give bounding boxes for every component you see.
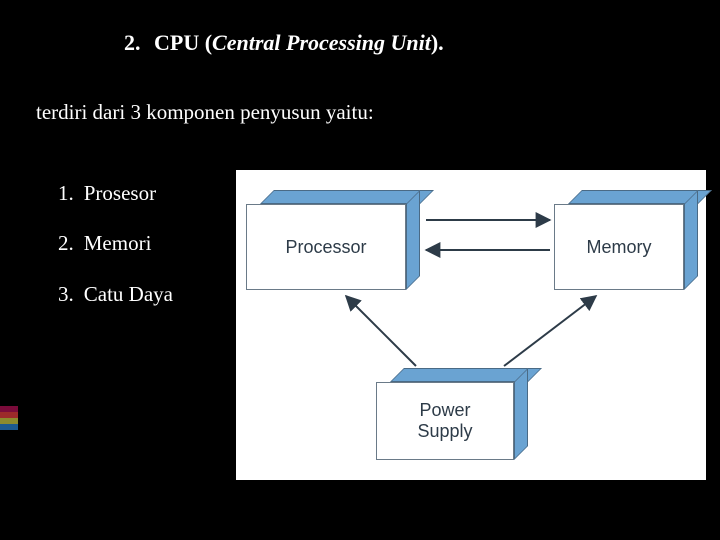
title-suffix: ).: [431, 30, 444, 55]
list-item-label: Prosesor: [84, 168, 156, 218]
list-item-number: 1.: [58, 168, 74, 218]
title-prefix: CPU (: [154, 30, 212, 55]
slide-title: 2. CPU (Central Processing Unit).: [124, 30, 444, 56]
subtitle-text: terdiri dari 3 komponen penyusun yaitu:: [36, 100, 374, 125]
cpu-diagram: Processor Memory Power Supply: [236, 170, 706, 480]
list-item: 2. Memori: [58, 218, 173, 268]
title-italic: Central Processing Unit: [212, 30, 431, 55]
component-list: 1. Prosesor 2. Memori 3. Catu Daya: [58, 168, 173, 319]
list-item: 1. Prosesor: [58, 168, 173, 218]
diagram-arrows: [236, 170, 706, 480]
slide: 2. CPU (Central Processing Unit). terdir…: [0, 0, 720, 540]
accent-stripes: [0, 406, 18, 430]
list-item-label: Catu Daya: [84, 269, 173, 319]
list-item-label: Memori: [84, 218, 152, 268]
accent-stripe: [0, 424, 18, 430]
title-number: 2.: [124, 30, 141, 56]
list-item-number: 2.: [58, 218, 74, 268]
arrow-power-to-mem: [504, 296, 596, 366]
list-item: 3. Catu Daya: [58, 269, 173, 319]
title-text: CPU (Central Processing Unit).: [154, 30, 444, 55]
arrow-power-to-proc: [346, 296, 416, 366]
list-item-number: 3.: [58, 269, 74, 319]
